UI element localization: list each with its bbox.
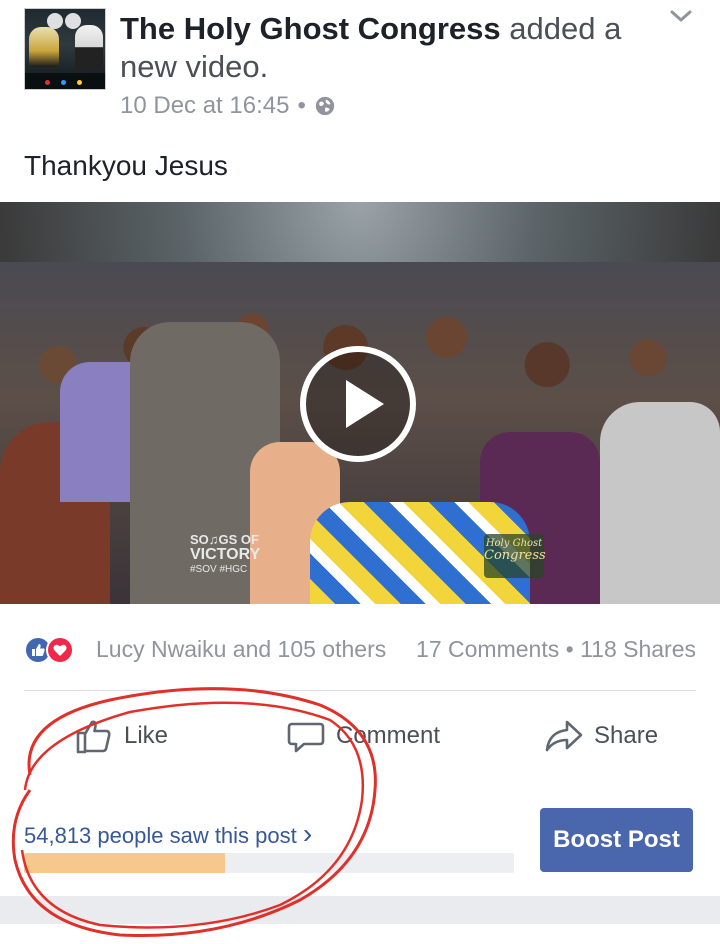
video-player[interactable] xyxy=(0,202,720,604)
love-reaction-icon xyxy=(46,636,74,664)
comment-icon xyxy=(287,722,325,753)
post-meta: 10 Dec at 16:45 • xyxy=(120,92,336,120)
divider xyxy=(24,690,696,691)
reactions-summary[interactable]: Lucy Nwaiku and 105 others xyxy=(96,636,386,663)
comment-label: Comment xyxy=(336,722,441,749)
reaction-icons[interactable] xyxy=(24,636,74,664)
video-figure xyxy=(600,402,720,604)
globe-icon xyxy=(315,96,335,116)
share-label: Share xyxy=(594,722,659,749)
post-message: Thankyou Jesus xyxy=(24,150,228,181)
reach-progress-fill xyxy=(24,853,225,873)
share-button[interactable]: Share xyxy=(544,716,658,756)
watermark-line: SO♫GS OF xyxy=(190,532,259,547)
engagement-separator: • xyxy=(565,636,574,662)
comment-button[interactable]: Comment xyxy=(286,716,440,756)
watermark-line: VICTORY xyxy=(190,546,261,563)
feed-separator xyxy=(0,896,720,924)
page-avatar[interactable] xyxy=(24,8,106,90)
post-header: The Holy Ghost Congress added a new vide… xyxy=(120,10,640,86)
boost-post-button[interactable]: Boost Post xyxy=(540,808,693,872)
thumbs-up-icon xyxy=(76,720,111,754)
page-name-link[interactable]: The Holy Ghost Congress xyxy=(120,11,501,46)
watermark-line: Congress xyxy=(484,548,546,563)
reach-text: 54,813 people saw this post xyxy=(24,823,297,848)
like-label: Like xyxy=(124,722,169,749)
video-watermark-right: Holy Ghost Congress xyxy=(484,534,546,578)
watermark-line: #SOV #HGC xyxy=(190,564,248,575)
avatar-figure xyxy=(29,27,59,67)
engagement-counts: 17 Comments • 118 Shares xyxy=(416,636,696,663)
comments-count[interactable]: 17 Comments xyxy=(416,636,559,662)
chevron-right-icon: › xyxy=(302,818,313,849)
avatar-figure xyxy=(75,25,103,69)
share-icon xyxy=(545,720,583,752)
meta-separator: • xyxy=(297,92,306,119)
chevron-down-icon[interactable] xyxy=(668,6,694,26)
play-icon[interactable] xyxy=(298,344,418,464)
post-timestamp[interactable]: 10 Dec at 16:45 xyxy=(120,92,289,120)
video-watermark-left: SO♫GS OF VICTORY #SOV #HGC xyxy=(190,532,260,577)
like-button[interactable]: Like xyxy=(74,716,168,756)
shares-count[interactable]: 118 Shares xyxy=(580,636,696,662)
facebook-post: The Holy Ghost Congress added a new vide… xyxy=(0,0,720,944)
avatar-strip xyxy=(25,73,105,89)
post-reach-link[interactable]: 54,813 people saw this post › xyxy=(24,818,312,850)
reach-progress-bar xyxy=(24,853,514,873)
